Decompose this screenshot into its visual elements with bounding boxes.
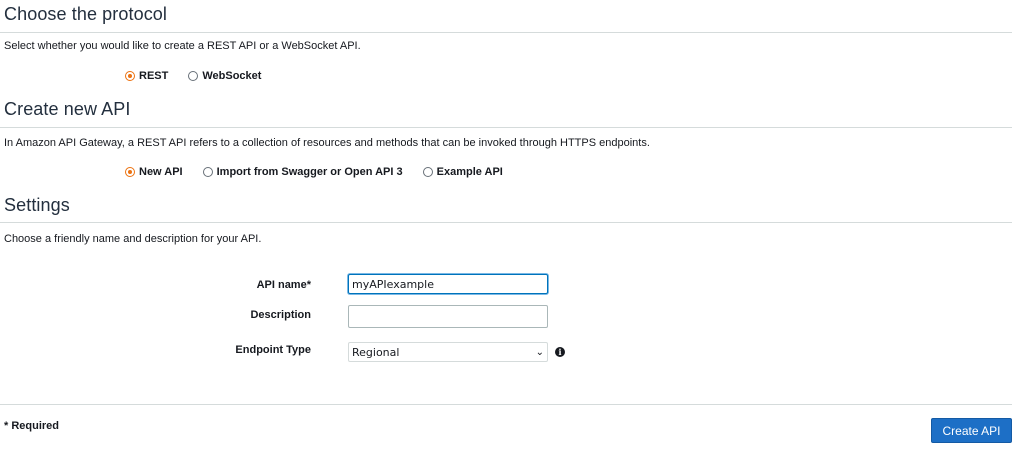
api-name-label: API name*: [256, 279, 311, 291]
radio-websocket[interactable]: WebSocket: [188, 70, 261, 82]
radio-example-api[interactable]: Example API: [422, 166, 503, 178]
radio-import-swagger-label: Import from Swagger or Open API 3: [216, 166, 403, 178]
endpoint-type-select[interactable]: Regional ⌄: [348, 342, 548, 362]
divider: [0, 127, 1012, 128]
radio-new-api[interactable]: New API: [125, 166, 183, 178]
create-section-title: Create new API: [4, 99, 131, 119]
protocol-description: Select whether you would like to create …: [4, 40, 361, 52]
radio-rest-label: REST: [139, 70, 169, 82]
protocol-radio-group: REST WebSocket: [125, 70, 281, 82]
chevron-down-icon: ⌄: [535, 346, 544, 358]
divider: [0, 32, 1012, 33]
description-label: Description: [250, 309, 311, 321]
create-api-page: Choose the protocol Select whether you w…: [0, 0, 1016, 470]
radio-rest[interactable]: REST: [125, 70, 168, 82]
radio-checked-icon[interactable]: [125, 167, 135, 177]
create-radio-group: New API Import from Swagger or Open API …: [125, 166, 523, 178]
endpoint-type-value: Regional: [352, 345, 400, 359]
description-input[interactable]: [348, 305, 548, 328]
radio-new-api-label: New API: [139, 166, 183, 178]
radio-unchecked-icon[interactable]: [422, 167, 433, 177]
info-icon[interactable]: i: [555, 347, 565, 357]
divider: [0, 222, 1012, 223]
create-api-button[interactable]: Create API: [931, 418, 1012, 443]
divider: [0, 404, 1012, 405]
protocol-section-title: Choose the protocol: [4, 4, 168, 24]
api-name-input[interactable]: [348, 274, 548, 294]
radio-websocket-label: WebSocket: [202, 70, 262, 82]
radio-unchecked-icon[interactable]: [188, 71, 199, 81]
create-description: In Amazon API Gateway, a REST API refers…: [4, 137, 650, 149]
settings-section-title: Settings: [4, 195, 70, 215]
radio-example-api-label: Example API: [436, 166, 503, 178]
settings-description: Choose a friendly name and description f…: [4, 233, 262, 245]
radio-import-swagger[interactable]: Import from Swagger or Open API 3: [202, 166, 403, 178]
required-note: * Required: [4, 420, 60, 432]
radio-unchecked-icon[interactable]: [202, 167, 213, 177]
endpoint-type-label: Endpoint Type: [235, 344, 311, 356]
radio-checked-icon[interactable]: [125, 71, 135, 81]
